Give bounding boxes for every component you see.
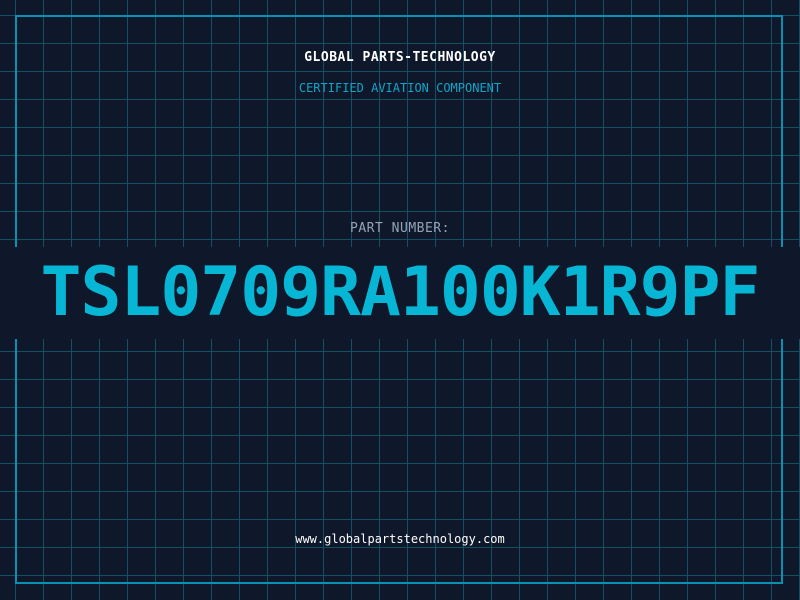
label-card: GLOBAL PARTS-TECHNOLOGY CERTIFIED AVIATI… [0,0,800,600]
part-number-label: PART NUMBER: [350,221,450,236]
brand-tagline: CERTIFIED AVIATION COMPONENT [298,81,502,95]
brand-name: GLOBAL PARTS-TECHNOLOGY [304,50,496,65]
part-number-value: TSL0709RA100K1R9PF [40,253,761,332]
website-link[interactable]: www.globalpartstechnology.com [0,532,800,546]
